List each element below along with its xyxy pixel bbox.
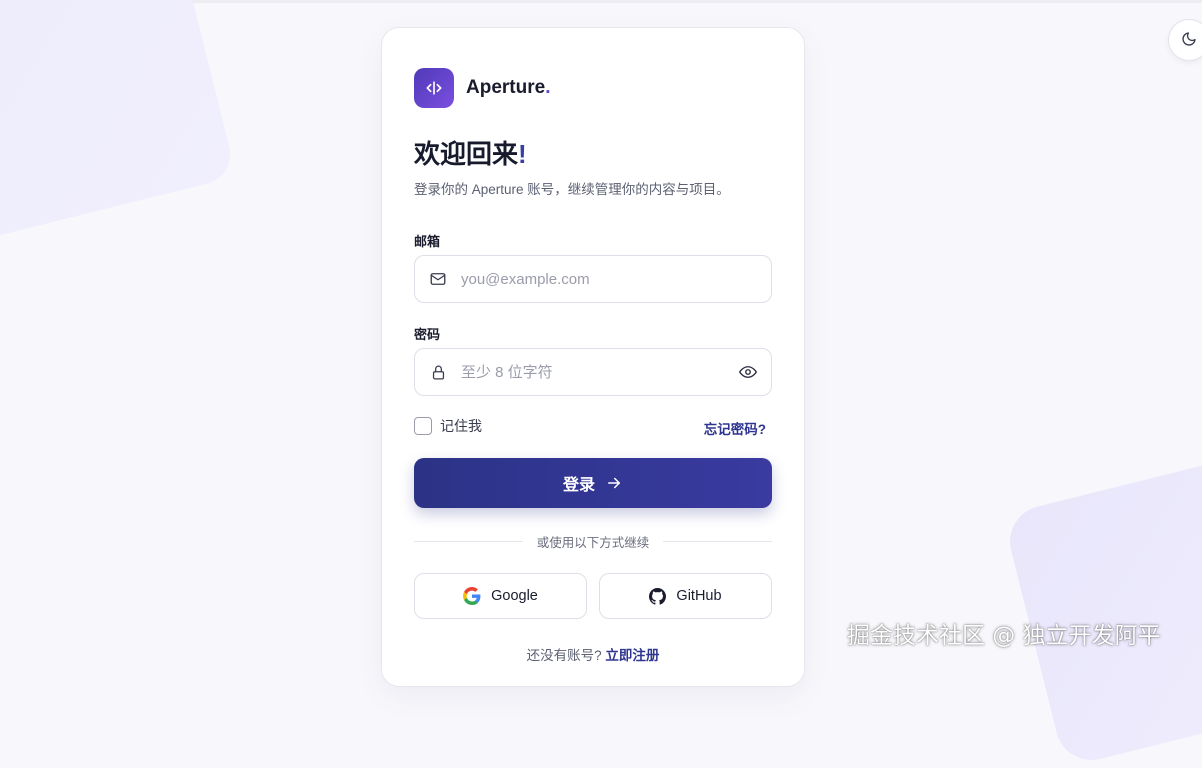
password-label: 密码 — [414, 327, 441, 342]
social-divider: 或使用以下方式继续 — [414, 532, 773, 551]
background-decoration-left — [0, 0, 237, 257]
signup-link[interactable]: 立即注册 — [605, 648, 659, 663]
eye-icon[interactable] — [725, 363, 771, 381]
password-field — [414, 348, 772, 396]
brand: Aperture. — [414, 68, 550, 108]
login-button[interactable]: 登录 — [414, 458, 772, 508]
code-bracket-icon — [414, 68, 454, 108]
password-input[interactable] — [461, 349, 725, 395]
page-subtitle: 登录你的 Aperture 账号，继续管理你的内容与项目。 — [414, 182, 730, 197]
signup-prompt-text: 还没有账号? — [526, 648, 602, 663]
remember-me-checkbox[interactable]: 记住我 — [414, 416, 482, 436]
github-login-button[interactable]: GitHub — [599, 573, 772, 619]
remember-me-label: 记住我 — [440, 418, 482, 434]
brand-name: Aperture. — [466, 77, 551, 98]
background-decoration-right — [1002, 452, 1202, 768]
google-login-button[interactable]: Google — [414, 573, 587, 619]
github-label: GitHub — [676, 588, 722, 604]
github-icon — [649, 587, 667, 605]
email-input[interactable] — [461, 256, 771, 302]
forgot-password-link[interactable]: 忘记密码? — [704, 418, 766, 438]
moon-icon — [1181, 31, 1197, 50]
google-icon — [463, 587, 481, 605]
google-label: Google — [491, 588, 538, 604]
lock-icon — [415, 364, 461, 381]
page-title: 欢迎回来! — [414, 139, 527, 169]
arrow-right-icon — [608, 477, 620, 489]
divider-line — [663, 541, 773, 542]
divider-line — [414, 541, 523, 542]
checkbox-box[interactable] — [414, 417, 432, 435]
login-card: Aperture. 欢迎回来! 登录你的 Aperture 账号，继续管理你的内… — [381, 27, 805, 687]
signup-prompt: 还没有账号? 立即注册 — [382, 644, 804, 664]
email-label: 邮箱 — [414, 234, 441, 249]
theme-toggle-button[interactable] — [1168, 19, 1202, 61]
watermark: 掘金技术社区 @ 独立开发阿平 — [847, 623, 1161, 649]
email-field — [414, 255, 772, 303]
login-button-label: 登录 — [562, 477, 595, 494]
mail-icon — [415, 270, 461, 288]
divider-text: 或使用以下方式继续 — [536, 536, 650, 550]
